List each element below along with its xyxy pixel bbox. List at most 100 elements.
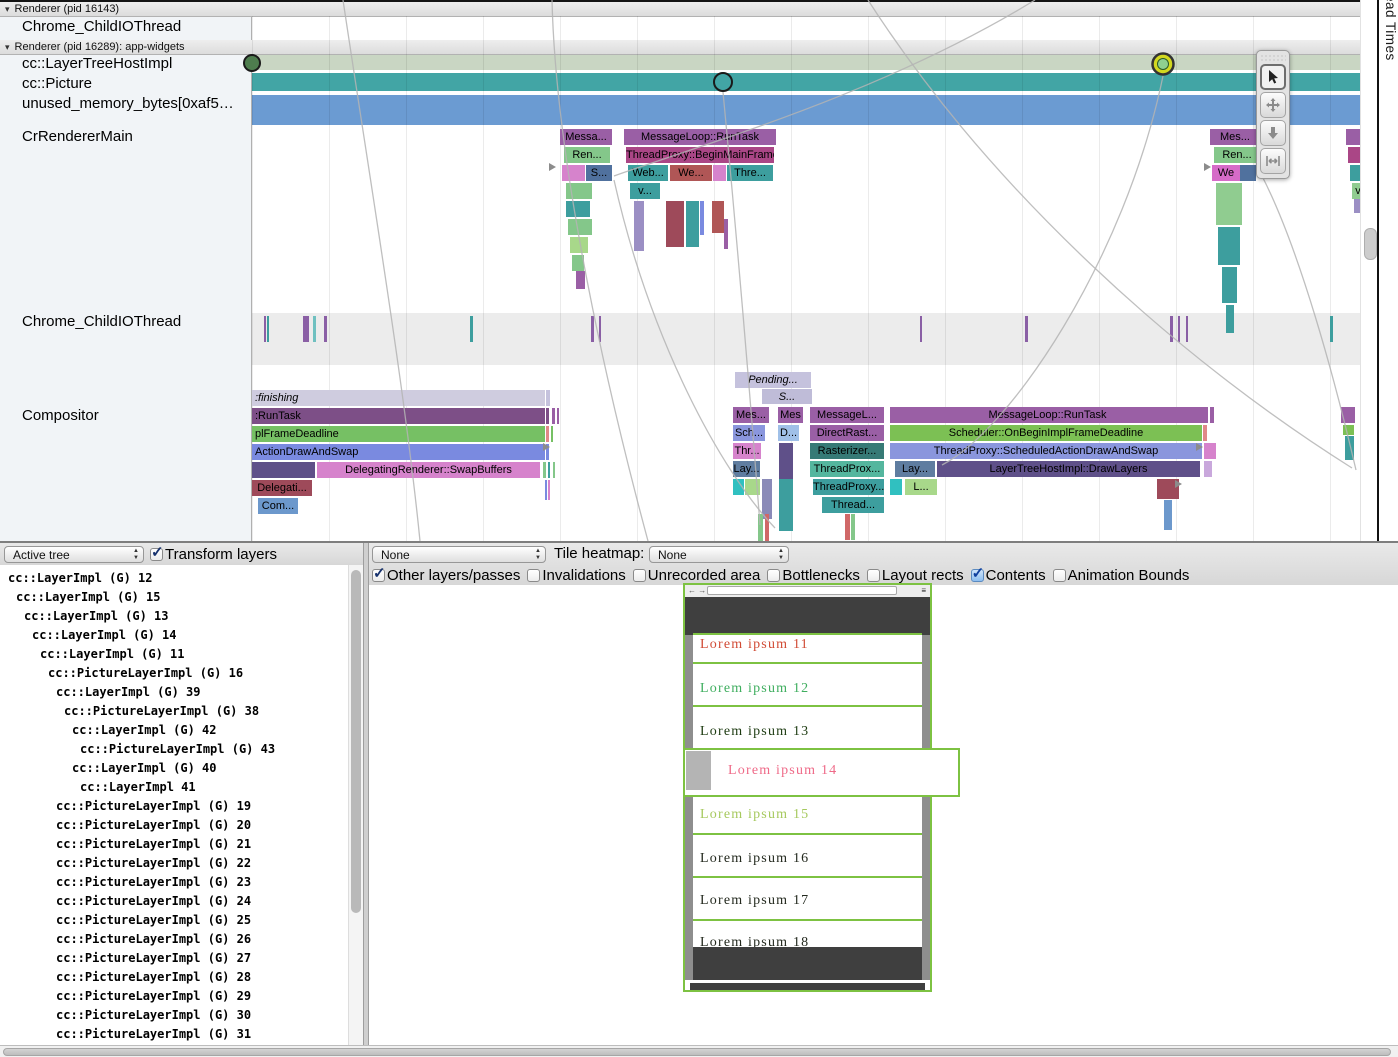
event-bar[interactable]	[712, 201, 724, 233]
event-bar[interactable]: ThreadProx...	[810, 461, 884, 477]
event-bar[interactable]	[1216, 183, 1242, 225]
event-bar[interactable]	[779, 479, 793, 531]
event-bar[interactable]	[1204, 461, 1212, 477]
layer-tree-row[interactable]: cc::PictureLayerImpl (G) 30	[0, 1006, 363, 1025]
layer-tree-row[interactable]: cc::PictureLayerImpl (G) 29	[0, 987, 363, 1006]
event-bar[interactable]: Thre...	[727, 165, 773, 181]
event-tick[interactable]	[313, 316, 316, 342]
event-bar[interactable]	[252, 462, 315, 478]
event-bar[interactable]: L...	[905, 479, 937, 495]
layer-tree-host-impl-counter-track[interactable]	[252, 55, 1360, 70]
layer-tree-row[interactable]: cc::LayerImpl (G) 11	[0, 645, 363, 664]
unused-memory-counter-track[interactable]	[252, 95, 1360, 125]
layer-tree-row[interactable]: cc::PictureLayerImpl (G) 21	[0, 835, 363, 854]
tile-heatmap-select[interactable]: None ▲▼	[649, 546, 789, 563]
layer-tree-row[interactable]: cc::PictureLayerImpl (G) 31	[0, 1025, 363, 1044]
event-tick[interactable]	[264, 316, 266, 342]
event-bar[interactable]: Lay...	[733, 461, 760, 477]
picture-counter-track[interactable]	[252, 73, 1360, 91]
event-bar[interactable]	[1210, 407, 1214, 423]
layer-tree-row[interactable]: cc::LayerImpl (G) 12	[0, 569, 353, 588]
event-bar[interactable]	[1226, 305, 1234, 333]
event-bar[interactable]: We...	[670, 165, 712, 181]
scrollbar-thumb[interactable]	[3, 1048, 1391, 1056]
layer-tree-row[interactable]: cc::PictureLayerImpl (G) 27	[0, 949, 363, 968]
layer-tree-row[interactable]: cc::PictureLayerImpl (G) 25	[0, 911, 363, 930]
event-bar[interactable]	[1204, 443, 1216, 459]
event-bar[interactable]: MessageLoop::RunTask	[890, 407, 1205, 423]
process-header-renderer-16289[interactable]: ▾Renderer (pid 16289): app-widgets	[0, 40, 1360, 55]
event-bar[interactable]	[1203, 425, 1207, 441]
zoom-tool-button[interactable]	[1260, 120, 1286, 146]
event-bar[interactable]: ThreadProxy::BeginMainFrame	[626, 147, 774, 163]
layer-tree-row[interactable]: cc::LayerImpl (G) 13	[0, 607, 363, 626]
event-bar[interactable]	[1222, 267, 1237, 303]
layer-tree-row[interactable]: cc::PictureLayerImpl (G) 23	[0, 873, 363, 892]
event-bar[interactable]: Lay...	[895, 461, 935, 477]
event-bar[interactable]	[1345, 436, 1354, 460]
layer-tree-row[interactable]: cc::PictureLayerImpl (G) 22	[0, 854, 363, 873]
layer-tree-row[interactable]: cc::LayerImpl (G) 40	[0, 759, 363, 778]
layer-tree-row[interactable]: cc::LayerImpl 41	[0, 778, 363, 797]
event-bar[interactable]: DirectRast...	[810, 425, 884, 441]
process-header-renderer-16143[interactable]: ▾Renderer (pid 16143)	[0, 2, 1360, 17]
layer-tree-row[interactable]: cc::PictureLayerImpl (G) 38	[0, 702, 363, 721]
event-bar[interactable]	[546, 408, 549, 424]
event-bar[interactable]	[758, 514, 763, 542]
event-bar[interactable]: :finishing	[252, 390, 545, 406]
event-bar[interactable]	[700, 201, 704, 235]
event-bar[interactable]	[552, 408, 555, 424]
event-bar[interactable]	[1343, 425, 1354, 435]
event-bar[interactable]	[745, 479, 760, 495]
event-bar[interactable]	[546, 390, 550, 406]
event-bar[interactable]	[686, 201, 699, 247]
event-bar[interactable]	[666, 201, 684, 247]
event-bar[interactable]	[1157, 479, 1179, 499]
layer-tree-row[interactable]: cc::PictureLayerImpl (G) 28	[0, 968, 363, 987]
event-tick[interactable]	[1170, 316, 1173, 342]
event-bar[interactable]	[546, 426, 549, 442]
event-bar[interactable]: We	[1212, 165, 1240, 181]
checkbox-contents[interactable]	[971, 569, 984, 582]
event-bar[interactable]: ThreadProxy...	[813, 479, 884, 495]
event-bar[interactable]: Pending...	[735, 372, 811, 388]
transform-layers-checkbox[interactable]	[150, 548, 163, 561]
event-bar[interactable]	[724, 219, 728, 249]
overlay-select[interactable]: None ▲▼	[372, 546, 546, 563]
event-tick[interactable]	[303, 316, 309, 342]
event-bar[interactable]: Ren...	[1214, 147, 1260, 163]
event-bar[interactable]	[546, 444, 549, 460]
event-bar[interactable]	[762, 479, 772, 519]
event-bar[interactable]	[551, 426, 553, 442]
select-tool-button[interactable]	[1260, 64, 1286, 90]
event-bar[interactable]: D...	[778, 425, 799, 441]
checkbox-bottlenecks[interactable]	[767, 569, 780, 582]
layer-tree-row[interactable]: cc::PictureLayerImpl (G) 24	[0, 892, 363, 911]
event-bar[interactable]	[733, 479, 744, 495]
event-tick[interactable]	[324, 316, 327, 342]
event-bar[interactable]	[566, 183, 592, 199]
event-bar[interactable]	[570, 237, 588, 253]
event-bar[interactable]	[1164, 500, 1172, 530]
event-bar[interactable]: Web...	[628, 165, 668, 181]
palette-grip[interactable]	[1260, 53, 1286, 61]
event-bar[interactable]	[562, 165, 585, 181]
event-bar[interactable]: Mes...	[733, 407, 769, 423]
event-bar[interactable]	[576, 271, 585, 289]
event-bar[interactable]: Thr...	[733, 443, 761, 459]
event-bar[interactable]: LayerTreeHostImpl::DrawLayers	[937, 461, 1200, 477]
event-bar[interactable]	[1218, 227, 1240, 265]
event-bar[interactable]: v...	[630, 183, 660, 199]
event-tick[interactable]	[267, 316, 269, 342]
event-bar[interactable]: plFrameDeadline	[252, 426, 545, 442]
event-bar[interactable]: Messa...	[560, 129, 612, 145]
event-bar[interactable]: Thread...	[822, 497, 884, 513]
event-bar[interactable]: S...	[586, 165, 612, 181]
event-bar[interactable]	[845, 514, 850, 540]
event-bar[interactable]	[765, 514, 769, 542]
layer-tree-row[interactable]: cc::PictureLayerImpl (G) 19	[0, 797, 363, 816]
checkbox-invalidations[interactable]	[527, 569, 540, 582]
event-bar[interactable]	[543, 462, 546, 478]
event-bar[interactable]: DelegatingRenderer::SwapBuffers	[317, 462, 540, 478]
event-bar[interactable]: Mes...	[1210, 129, 1260, 145]
